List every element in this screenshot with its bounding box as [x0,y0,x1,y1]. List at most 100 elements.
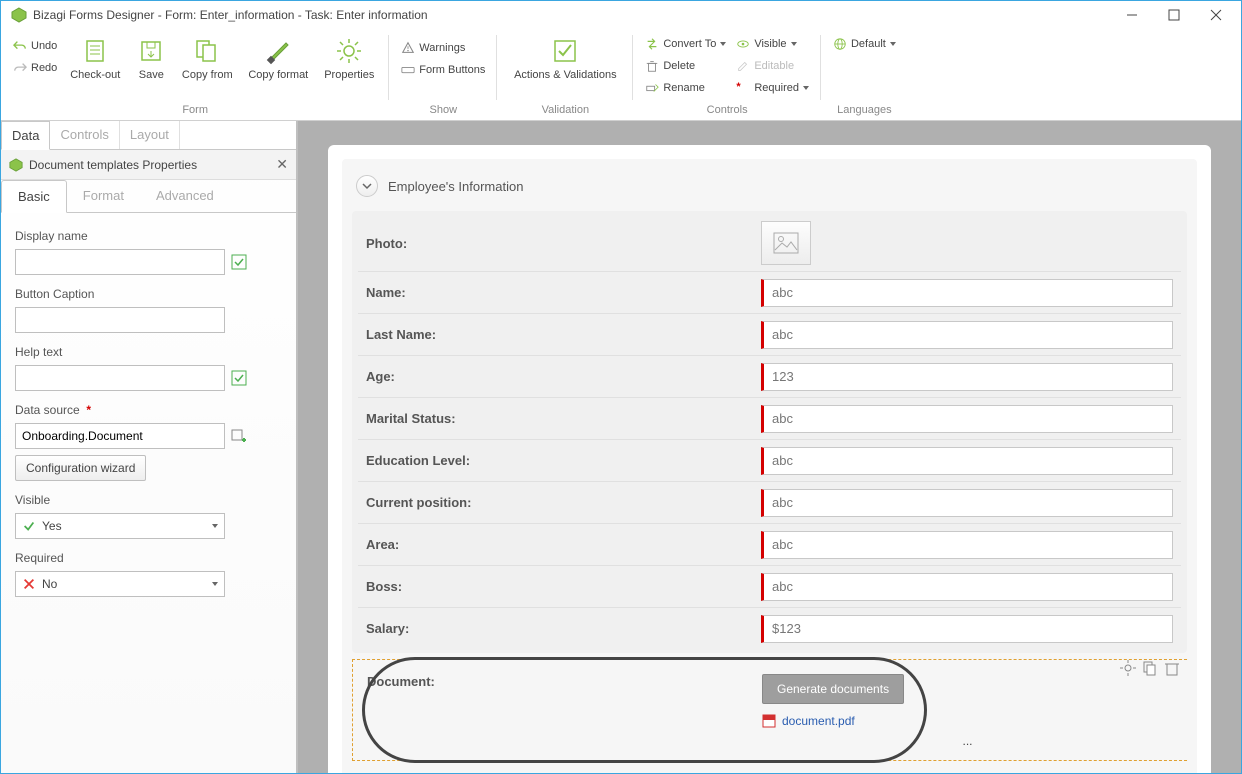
warning-icon [401,41,415,55]
save-button[interactable]: Save [129,33,173,102]
field-row[interactable]: Marital Status: [358,397,1181,439]
pencil-icon [736,59,750,73]
chevron-down-icon [212,524,218,528]
prop-tab-basic[interactable]: Basic [1,180,67,213]
document-control[interactable]: Document: Generate documents document.pd… [352,659,1187,761]
checkout-label: Check-out [70,69,120,82]
field-row[interactable]: Salary: [358,607,1181,649]
text-field[interactable] [761,279,1173,307]
field-row[interactable]: Photo: [358,215,1181,271]
default-language-button[interactable]: Default [829,33,900,55]
text-field[interactable] [761,363,1173,391]
field-row[interactable]: Education Level: [358,439,1181,481]
field-label: Photo: [366,236,761,251]
button-caption-label: Button Caption [15,287,282,301]
save-label: Save [139,69,164,82]
field-row[interactable]: Name: [358,271,1181,313]
control-settings-icon[interactable] [1119,659,1137,677]
form-buttons-label: Form Buttons [419,64,485,76]
field-label: Education Level: [366,453,761,468]
redo-button[interactable]: Redo [9,57,61,79]
visible-field-label: Visible [15,493,282,507]
document-file-link[interactable]: document.pdf [782,714,855,728]
text-field[interactable] [761,405,1173,433]
text-field[interactable] [761,615,1173,643]
text-field[interactable] [761,531,1173,559]
required-label: Required [754,82,799,94]
undo-button[interactable]: Undo [9,35,61,57]
form-canvas[interactable]: Employee's Information Photo:Name:Last N… [298,121,1241,773]
warnings-button[interactable]: Warnings [397,37,489,59]
field-row[interactable]: Current position: [358,481,1181,523]
button-caption-input[interactable] [15,307,225,333]
convert-to-label: Convert To [663,38,716,50]
prop-tab-format[interactable]: Format [67,180,140,212]
required-combo[interactable]: No [15,571,225,597]
delete-label: Delete [663,60,695,72]
text-field[interactable] [761,573,1173,601]
group-controls-label: Controls [641,102,813,118]
panel-close-button[interactable]: ✕ [276,156,288,173]
field-label: Marital Status: [366,411,761,426]
copy-format-button[interactable]: Copy format [241,33,315,102]
field-row[interactable]: Last Name: [358,313,1181,355]
rename-button[interactable]: Rename [641,77,730,99]
main-area: Data Controls Layout Document templates … [1,121,1241,773]
configuration-wizard-button[interactable]: Configuration wizard [15,455,146,481]
help-text-input[interactable] [15,365,225,391]
redo-label: Redo [31,62,57,74]
copy-from-label: Copy from [182,69,233,82]
properties-button[interactable]: Properties [317,33,381,102]
prop-tab-advanced[interactable]: Advanced [140,180,230,212]
close-button[interactable] [1195,2,1237,28]
data-source-input[interactable] [15,423,225,449]
actions-validations-button[interactable]: Actions & Validations [505,33,625,102]
tab-controls[interactable]: Controls [50,121,119,149]
tab-data[interactable]: Data [1,121,50,150]
lang-check-icon[interactable] [231,254,247,270]
panel-title: Document templates Properties [29,158,197,172]
maximize-button[interactable] [1153,2,1195,28]
titlebar: Bizagi Forms Designer - Form: Enter_info… [1,1,1241,29]
check-mark-icon [22,519,36,533]
checkout-icon [81,37,109,65]
brush-icon [264,37,292,65]
group-form-label: Form [9,102,381,118]
text-field[interactable] [761,447,1173,475]
visible-combo[interactable]: Yes [15,513,225,539]
photo-placeholder[interactable] [761,221,811,265]
data-source-picker-icon[interactable] [231,428,247,444]
redo-icon [13,61,27,75]
field-row[interactable]: Age: [358,355,1181,397]
field-row[interactable]: Boss: [358,565,1181,607]
generate-documents-button[interactable]: Generate documents [762,674,904,704]
visible-label: Visible [754,38,786,50]
control-copy-icon[interactable] [1141,659,1159,677]
chevron-down-icon [212,582,218,586]
field-row[interactable]: Area: [358,523,1181,565]
control-delete-icon[interactable] [1163,659,1181,677]
form-buttons-button[interactable]: Form Buttons [397,59,489,81]
convert-to-button[interactable]: Convert To [641,33,730,55]
more-dots[interactable]: ... [762,734,1173,748]
visible-button[interactable]: Visible [732,33,813,55]
left-panel: Data Controls Layout Document templates … [1,121,298,773]
required-button[interactable]: * Required [732,77,813,99]
properties-label: Properties [324,69,374,82]
tab-layout[interactable]: Layout [120,121,180,149]
lang-check-icon-2[interactable] [231,370,247,386]
data-source-label: Data source * [15,403,282,417]
editable-label: Editable [754,60,794,72]
copy-from-button[interactable]: Copy from [175,33,239,102]
display-name-input[interactable] [15,249,225,275]
copy-from-icon [193,37,221,65]
minimize-button[interactable] [1111,2,1153,28]
text-field[interactable] [761,321,1173,349]
help-text-label: Help text [15,345,282,359]
checkout-button[interactable]: Check-out [63,33,127,102]
text-field[interactable] [761,489,1173,517]
collapse-toggle[interactable] [356,175,378,197]
field-label: Last Name: [366,327,761,342]
delete-button[interactable]: Delete [641,55,730,77]
editable-button[interactable]: Editable [732,55,813,77]
